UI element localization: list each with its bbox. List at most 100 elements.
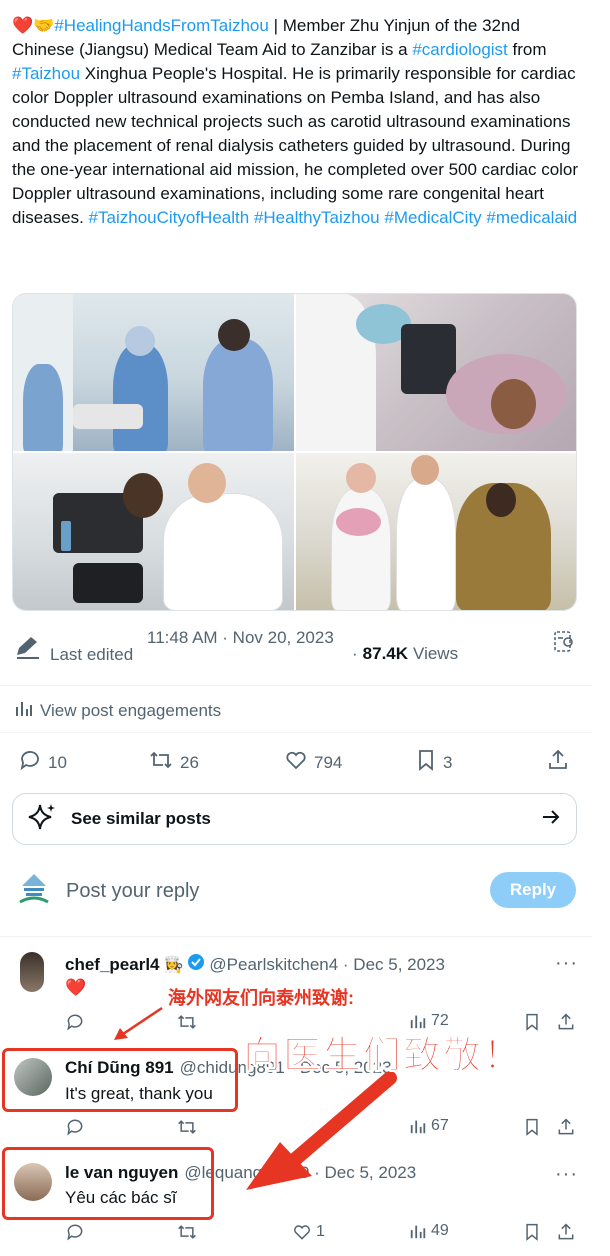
handshake-emoji: 🤝: [33, 16, 55, 35]
like-count: 794: [314, 752, 343, 772]
bookmark-icon: [526, 1118, 538, 1136]
post-timestamp[interactable]: 11:48 AM · Nov 20, 2023: [147, 628, 334, 648]
share-icon: [558, 1118, 574, 1135]
reply-button[interactable]: Reply: [490, 872, 576, 908]
last-edited[interactable]: Last edited: [14, 634, 133, 665]
divider: [0, 732, 592, 733]
reply-body: ❤️: [65, 978, 87, 997]
views-action[interactable]: 49: [409, 1222, 449, 1240]
avatar[interactable]: [20, 952, 44, 992]
reply-action[interactable]: [65, 1222, 85, 1242]
hashtag-cardiologist[interactable]: #cardiologist: [412, 40, 507, 59]
reply-icon: [67, 1119, 83, 1136]
divider: [0, 685, 592, 686]
views-action[interactable]: 67: [409, 1117, 449, 1135]
reply-icon: [18, 748, 42, 777]
chef-emoji: 👩‍🍳: [163, 956, 184, 974]
divider: [0, 936, 592, 937]
photo-grid: [12, 293, 577, 611]
pencil-icon: [14, 634, 42, 665]
analytics-icon: [14, 698, 34, 723]
share-icon: [558, 1013, 574, 1030]
edit-history-icon[interactable]: [553, 630, 575, 659]
heart-icon: [284, 748, 308, 777]
annotation-arrow-icon: [232, 1071, 402, 1207]
bookmark-count: 3: [443, 752, 453, 772]
reply-count: 10: [48, 752, 67, 772]
bookmark-icon: [526, 1013, 538, 1031]
repost-action[interactable]: 26: [148, 748, 199, 777]
views-separator: ·: [352, 644, 358, 663]
repost-action[interactable]: [176, 1222, 198, 1242]
bookmark-action[interactable]: [523, 1012, 541, 1032]
share-button[interactable]: [556, 1222, 576, 1242]
post-text: ❤️🤝#HealingHandsFromTaizhou | Member Zhu…: [12, 14, 582, 230]
repost-icon: [178, 1120, 196, 1134]
repost-icon: [148, 748, 174, 777]
photo-2[interactable]: [295, 294, 576, 451]
post-text-segment: Xinghua People's Hospital. He is primari…: [12, 64, 579, 227]
photo-4[interactable]: [295, 453, 576, 610]
see-similar-posts-button[interactable]: See similar posts: [12, 793, 577, 845]
reply-input[interactable]: Post your reply: [66, 880, 199, 903]
repost-icon: [178, 1225, 196, 1239]
reply-header: chef_pearl4 👩‍🍳 @Pearlskitchen4 · Dec 5,…: [65, 953, 445, 976]
bookmark-action[interactable]: [523, 1222, 541, 1242]
views-count: · 87.4K Views: [352, 644, 458, 664]
reply-icon: [67, 1014, 83, 1031]
view-post-engagements[interactable]: View post engagements: [14, 698, 221, 723]
more-options-icon[interactable]: ···: [555, 952, 578, 975]
share-icon: [558, 1223, 574, 1240]
reply-handle[interactable]: @Pearlskitchen4 · Dec 5, 2023: [209, 955, 445, 975]
hashtag-taizhou[interactable]: #Taizhou: [12, 64, 80, 83]
bookmark-action[interactable]: 3: [415, 748, 452, 777]
engagements-label: View post engagements: [40, 700, 222, 720]
share-icon: [546, 748, 570, 777]
annotation-arrow-icon: [110, 1004, 170, 1049]
analytics-icon: [410, 1120, 426, 1134]
hashtag-medicalcity[interactable]: #MedicalCity: [384, 208, 481, 227]
bookmark-action[interactable]: [523, 1117, 541, 1137]
arrow-right-icon: [540, 807, 562, 832]
share-button[interactable]: [556, 1012, 576, 1032]
reply-action[interactable]: [65, 1012, 85, 1032]
post-text-segment: from: [507, 40, 547, 59]
repost-count: 26: [180, 752, 199, 772]
views-count: 49: [431, 1222, 449, 1239]
like-action[interactable]: 794: [284, 748, 342, 777]
reply-author-name[interactable]: chef_pearl4: [65, 955, 160, 975]
like-action[interactable]: 1: [292, 1222, 325, 1242]
bookmark-icon: [415, 748, 437, 777]
photo-1[interactable]: [13, 294, 294, 451]
composer-avatar: [18, 872, 50, 913]
reply-action[interactable]: 10: [18, 748, 67, 777]
share-button[interactable]: [556, 1117, 576, 1137]
annotation-caption: 海外网友们向泰州致谢:: [168, 988, 354, 1008]
hashtag-medicalaid[interactable]: #medicalaid: [486, 208, 577, 227]
repost-action[interactable]: [176, 1117, 198, 1137]
hashtag-taizhoucityofhealth[interactable]: #TaizhouCityofHealth: [89, 208, 250, 227]
bookmark-icon: [526, 1223, 538, 1241]
annotation-headline: 向医生们致敬！: [242, 1035, 524, 1078]
views-label: Views: [413, 644, 459, 663]
hashtag-healthytaizhou[interactable]: #HealthyTaizhou: [254, 208, 380, 227]
see-similar-posts-label: See similar posts: [71, 809, 211, 828]
reply-icon: [67, 1224, 83, 1241]
repost-action[interactable]: [176, 1012, 198, 1032]
heart-emoji: ❤️: [12, 16, 34, 35]
views-count: 67: [431, 1117, 449, 1134]
last-edited-label: Last edited: [50, 644, 134, 664]
analytics-icon: [410, 1225, 426, 1239]
sparkle-icon: [27, 802, 57, 837]
heart-icon: [294, 1225, 310, 1240]
repost-icon: [178, 1015, 196, 1029]
highlight-box: [2, 1048, 238, 1112]
like-count: 1: [316, 1223, 325, 1240]
share-button[interactable]: [546, 748, 570, 777]
views-number: 87.4K: [362, 644, 409, 663]
more-options-icon[interactable]: ···: [555, 1163, 578, 1186]
hashtag-healinghands[interactable]: #HealingHandsFromTaizhou: [54, 16, 269, 35]
highlight-box: [2, 1147, 214, 1220]
photo-3[interactable]: [13, 453, 294, 610]
reply-action[interactable]: [65, 1117, 85, 1137]
